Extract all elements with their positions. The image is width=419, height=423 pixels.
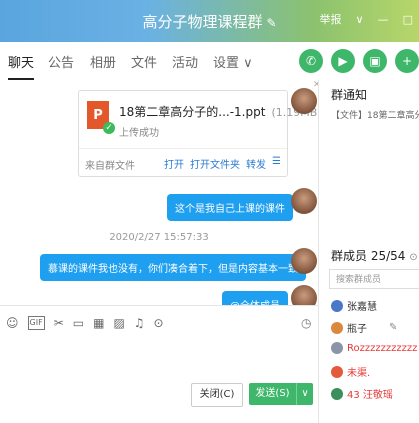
bell-icon[interactable]: ♫: [134, 316, 145, 330]
member-item[interactable]: Rozzzzzzzzzzz: [331, 342, 417, 354]
upload-status: 上传成功: [119, 128, 159, 139]
sender-avatar[interactable]: [291, 188, 317, 214]
edit-name-icon[interactable]: ✎: [266, 16, 276, 30]
message-timestamp: 2020/2/27 15:57:33: [109, 232, 209, 243]
screenshot-scissors-icon[interactable]: ✂: [54, 316, 64, 330]
sender-avatar[interactable]: [291, 88, 317, 114]
window-controls: 举报 ∨ — □: [320, 11, 413, 27]
minimize-button[interactable]: —: [378, 13, 389, 26]
file-name: 18第二章高分子的...-1.ppt (1.19MB): [119, 103, 318, 120]
avatar: [331, 365, 343, 378]
screen-share-icon[interactable]: ▣: [363, 49, 387, 73]
tab-activities[interactable]: 活动: [172, 52, 198, 71]
chat-bubble[interactable]: 这个是我自己上课的课件: [167, 194, 293, 221]
group-name: 高分子物理课程群: [142, 13, 263, 31]
video-call-icon[interactable]: ▶: [331, 49, 355, 73]
edit-icon[interactable]: ✎: [389, 322, 397, 333]
member-item[interactable]: 43 汪敬瑶: [331, 386, 393, 401]
chat-bubble[interactable]: @全体成员: [222, 291, 288, 305]
notice-title: 群通知: [331, 88, 368, 102]
menu-icon[interactable]: ☰: [272, 156, 281, 171]
member-item[interactable]: 瓶子 ✎: [331, 320, 397, 335]
avatar: [331, 387, 343, 400]
image-icon[interactable]: ▨: [113, 316, 124, 330]
report-button[interactable]: 举报: [320, 11, 342, 27]
send-label[interactable]: 发送(S): [249, 383, 297, 405]
file-transfer-icon[interactable]: ▦: [93, 316, 104, 330]
phone-call-icon[interactable]: ✆: [299, 49, 323, 73]
search-icon[interactable]: ⊙: [409, 252, 417, 263]
more-dropdown-icon[interactable]: ∨: [356, 13, 364, 26]
toolbar-icons: ☺ GIF ✂ ▭ ▦ ▨ ♫ ⊙: [6, 316, 164, 330]
divider: [79, 148, 287, 149]
member-search-input[interactable]: 搜索群成员: [329, 269, 419, 289]
input-toolbar: ☺ GIF ✂ ▭ ▦ ▨ ♫ ⊙ ◷: [0, 305, 318, 346]
open-folder-link[interactable]: 打开文件夹: [190, 156, 240, 171]
title-bar: 高分子物理课程群 ✎ 举报 ∨ — □: [0, 0, 419, 42]
call-icons: ✆ ▶ ▣ +: [299, 49, 419, 73]
group-sidebar: 群通知 【文件】18第二章高分子 群成员 25/54 ⊙ 搜索群成员 张嘉慧 瓶…: [318, 80, 419, 423]
folder-icon[interactable]: ▭: [73, 316, 84, 330]
gif-icon[interactable]: GIF: [27, 316, 45, 330]
close-button[interactable]: 关闭(C): [191, 383, 243, 407]
add-app-icon[interactable]: +: [395, 49, 419, 73]
avatar: [331, 299, 343, 312]
maximize-button[interactable]: □: [403, 13, 413, 26]
open-file-link[interactable]: 打开: [164, 156, 184, 171]
upload-success-icon: ✓: [103, 122, 115, 134]
members-count: 群成员 25/54 ⊙: [331, 249, 418, 263]
chat-bubble[interactable]: 慕课的课件我也没有，你们凑合着下，但是内容基本一致: [40, 254, 306, 281]
avatar: [331, 342, 343, 354]
file-message-card[interactable]: P ✓ 18第二章高分子的...-1.ppt (1.19MB) 上传成功 来自群文…: [78, 90, 318, 177]
tab-files[interactable]: 文件: [131, 52, 157, 71]
member-item[interactable]: 张嘉慧: [331, 298, 377, 313]
member-item[interactable]: 未渠.: [331, 364, 370, 379]
sender-avatar[interactable]: [291, 285, 317, 305]
notice-body[interactable]: 【文件】18第二章高分子: [331, 108, 419, 121]
forward-link[interactable]: 转发: [246, 156, 266, 171]
tab-chat[interactable]: 聊天: [8, 52, 35, 80]
chat-messages[interactable]: P ✓ 18第二章高分子的...-1.ppt (1.19MB) 上传成功 来自群文…: [0, 80, 318, 305]
tab-settings[interactable]: 设置 ∨: [213, 52, 253, 71]
send-options-icon[interactable]: ∨: [297, 383, 313, 405]
emoji-icon[interactable]: ☺: [6, 316, 19, 330]
send-button[interactable]: 发送(S) ∨: [249, 383, 313, 405]
more-icon[interactable]: ⊙: [154, 316, 164, 330]
file-actions: 打开 打开文件夹 转发 ☰: [164, 156, 281, 171]
history-clock-icon[interactable]: ◷: [301, 316, 311, 330]
sender-avatar[interactable]: [291, 248, 317, 274]
tab-announcements[interactable]: 公告: [48, 52, 74, 71]
file-source: 来自群文件: [85, 161, 135, 172]
avatar: [331, 321, 343, 334]
tab-bar: 聊天 公告 相册 文件 活动 设置 ∨ ✆ ▶ ▣ +: [0, 42, 419, 81]
tab-album[interactable]: 相册: [90, 52, 116, 71]
